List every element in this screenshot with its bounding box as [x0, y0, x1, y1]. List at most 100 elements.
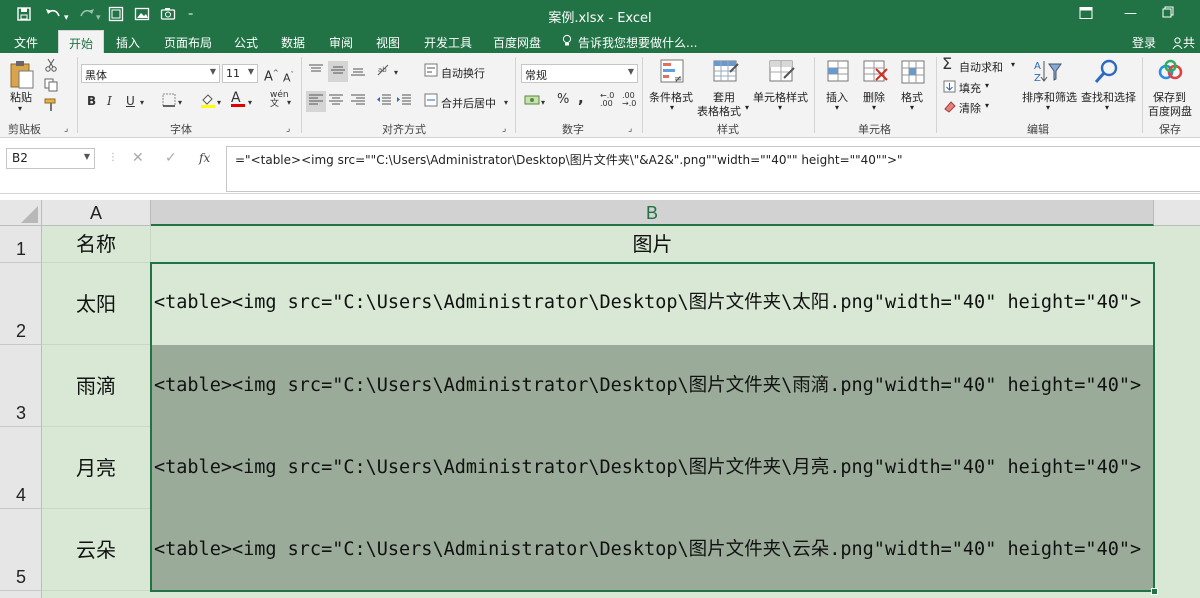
select-all-button[interactable] — [0, 200, 42, 226]
format-as-table-icon[interactable] — [712, 58, 740, 86]
baidu-cloud-icon[interactable] — [1156, 58, 1184, 86]
row-header[interactable]: 4 — [0, 427, 42, 509]
clear-button[interactable]: 清除 — [959, 100, 981, 116]
delete-dropdown-icon[interactable]: ▾ — [872, 103, 876, 112]
insert-cells-icon[interactable] — [824, 58, 852, 86]
align-bottom-icon[interactable] — [350, 63, 366, 80]
orientation-icon[interactable]: ab — [376, 63, 392, 80]
paste-button[interactable]: 粘贴 — [10, 89, 32, 105]
cut-icon[interactable] — [44, 58, 58, 75]
wrap-text-button[interactable]: 自动换行 — [441, 65, 485, 81]
borders-dropdown-icon[interactable]: ▾ — [178, 96, 182, 110]
table-dropdown-icon[interactable]: ▾ — [745, 103, 749, 112]
format-as-table-label-2[interactable]: 表格格式 — [697, 103, 741, 119]
cell-b4[interactable]: <table><img src="C:\Users\Administrator\… — [151, 427, 1154, 509]
font-color-icon[interactable]: A — [231, 91, 245, 107]
cell-a4[interactable]: 月亮 — [42, 427, 151, 509]
cell-a2[interactable]: 太阳 — [42, 263, 151, 345]
tab-formulas[interactable]: 公式 — [234, 34, 258, 51]
row-header[interactable]: 3 — [0, 345, 42, 427]
autosum-dropdown-icon[interactable]: ▾ — [1011, 60, 1015, 69]
chevron-down-icon[interactable]: ▼ — [84, 152, 90, 161]
paste-dropdown-icon[interactable]: ▾ — [18, 104, 22, 113]
save-to-baidu-line2[interactable]: 百度网盘 — [1148, 103, 1192, 119]
column-header-a[interactable]: A — [42, 200, 151, 226]
column-header-c[interactable] — [1155, 200, 1200, 226]
cell-c5[interactable] — [1154, 509, 1200, 591]
row-header[interactable]: 5 — [0, 509, 42, 591]
italic-button[interactable]: I — [107, 94, 112, 108]
merge-dropdown-icon[interactable]: ▾ — [504, 96, 508, 110]
underline-button[interactable]: U — [126, 94, 135, 108]
cell-b1[interactable]: 图片 — [151, 226, 1154, 263]
cancel-icon[interactable]: ✕ — [132, 150, 144, 166]
format-dropdown-icon[interactable]: ▾ — [910, 103, 914, 112]
fill-dropdown-icon[interactable]: ▾ — [985, 81, 989, 90]
enter-icon[interactable]: ✓ — [165, 150, 177, 166]
align-left-icon[interactable] — [306, 91, 326, 112]
tab-data[interactable]: 数据 — [281, 34, 305, 51]
row-header[interactable] — [0, 591, 42, 598]
clear-dropdown-icon[interactable]: ▾ — [985, 101, 989, 110]
row-header[interactable]: 1 — [0, 226, 42, 263]
align-top-icon[interactable] — [308, 63, 324, 80]
restore-icon[interactable] — [1162, 6, 1174, 22]
sort-dropdown-icon[interactable]: ▾ — [1046, 103, 1050, 112]
format-painter-icon[interactable] — [44, 98, 58, 115]
tab-baidu-netdisk[interactable]: 百度网盘 — [493, 34, 541, 51]
insert-function-button[interactable]: fx — [199, 151, 210, 165]
format-cells-icon[interactable] — [899, 58, 927, 86]
cell-styles-icon[interactable] — [768, 58, 796, 86]
align-right-icon[interactable] — [350, 93, 366, 110]
decrease-indent-icon[interactable] — [376, 93, 392, 110]
tab-developer[interactable]: 开发工具 — [424, 34, 472, 51]
find-dropdown-icon[interactable]: ▾ — [1105, 103, 1109, 112]
insert-dropdown-icon[interactable]: ▾ — [835, 103, 839, 112]
row-header[interactable]: 2 — [0, 263, 42, 345]
increase-indent-icon[interactable] — [396, 93, 412, 110]
fill-down-icon[interactable] — [943, 80, 956, 96]
tab-insert[interactable]: 插入 — [116, 34, 140, 51]
font-size-select[interactable]: 11 ▼ — [222, 64, 258, 83]
lightbulb-icon[interactable] — [562, 34, 572, 50]
decrease-decimal-icon[interactable]: .00 →.0 — [622, 92, 636, 108]
align-center-icon[interactable] — [328, 93, 344, 110]
cell-b2[interactable]: <table><img src="C:\Users\Administrator\… — [151, 263, 1154, 345]
tab-file[interactable]: 文件 — [14, 34, 38, 51]
currency-dropdown-icon[interactable]: ▾ — [541, 96, 545, 110]
phonetic-dropdown-icon[interactable]: ▾ — [287, 96, 291, 110]
share-button[interactable]: 共 — [1172, 34, 1195, 52]
align-middle-icon[interactable] — [328, 61, 348, 82]
paste-icon[interactable] — [8, 59, 36, 89]
next-row[interactable] — [42, 591, 1200, 598]
cell-c1[interactable] — [1154, 226, 1200, 263]
formula-input[interactable]: ="<table><img src=""C:\Users\Administrat… — [226, 146, 1200, 192]
cell-styles-dropdown-icon[interactable]: ▾ — [778, 103, 782, 112]
dialog-launcher-icon[interactable]: ⌟ — [286, 122, 290, 136]
borders-icon[interactable] — [162, 93, 176, 110]
ribbon-display-icon[interactable] — [1079, 6, 1093, 24]
sort-filter-icon[interactable]: AZ — [1033, 58, 1062, 86]
login-link[interactable]: 登录 — [1132, 34, 1156, 51]
shrink-font-icon[interactable]: Aˇ — [283, 68, 294, 86]
dialog-launcher-icon[interactable]: ⌟ — [64, 122, 68, 136]
dialog-launcher-icon[interactable]: ⌟ — [628, 122, 632, 136]
tab-view[interactable]: 视图 — [376, 34, 400, 51]
phonetic-icon[interactable]: wén 文 — [270, 91, 289, 109]
currency-icon[interactable] — [524, 93, 540, 110]
copy-icon[interactable] — [44, 78, 58, 95]
cell-a1[interactable]: 名称 — [42, 226, 151, 263]
dialog-launcher-icon[interactable]: ⌟ — [502, 122, 506, 136]
tell-me-box[interactable]: 告诉我您想要做什么... — [578, 34, 697, 51]
comma-button[interactable]: , — [578, 91, 584, 106]
cell-c4[interactable] — [1154, 427, 1200, 509]
font-name-select[interactable]: 黑体 ▼ — [81, 64, 220, 83]
merge-center-button[interactable]: 合并后居中 — [441, 95, 496, 111]
conditional-formatting-icon[interactable]: ≠ — [659, 58, 687, 86]
cell-c2[interactable] — [1154, 263, 1200, 345]
delete-cells-icon[interactable] — [861, 58, 889, 86]
eraser-icon[interactable] — [943, 100, 956, 116]
bold-button[interactable]: B — [87, 94, 96, 108]
column-header-b[interactable]: B — [151, 200, 1154, 226]
conditional-dropdown-icon[interactable]: ▾ — [670, 103, 674, 112]
